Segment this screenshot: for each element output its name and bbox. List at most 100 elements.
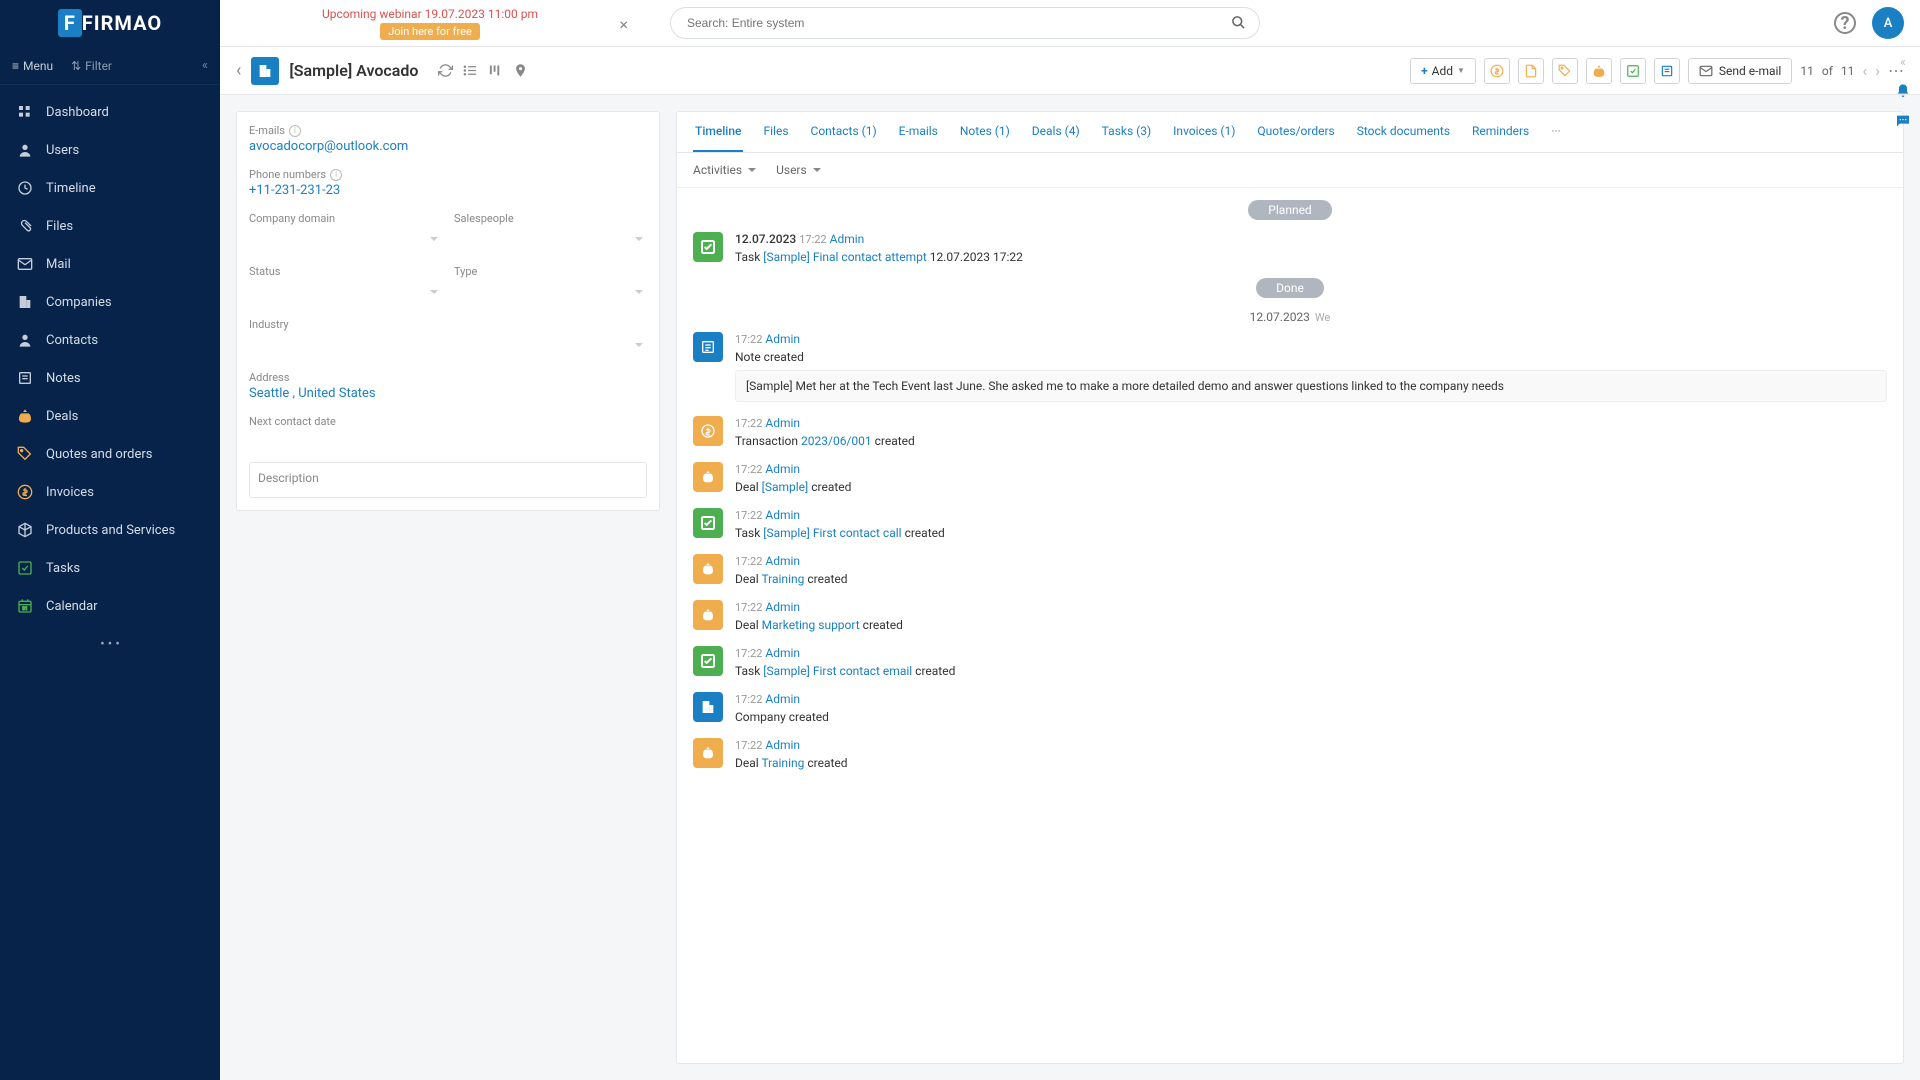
moneybag-icon [693,554,723,584]
logo[interactable]: FFIRMAO [0,0,220,47]
info-icon[interactable]: i [330,169,342,181]
rail-collapse-icon[interactable]: « [1900,55,1906,69]
back-icon[interactable]: ‹ [236,60,241,81]
tab-contacts-[interactable]: Contacts (1) [809,112,879,152]
timeline-link[interactable]: Training [761,572,804,586]
sidebar-tab-filter[interactable]: ⇅ Filter [71,59,112,73]
building-icon [693,692,723,722]
sidebar-item-users[interactable]: Users [0,131,220,169]
timeline-link[interactable]: Training [761,756,804,770]
timeline-link[interactable]: [Sample] [762,480,809,494]
help-icon[interactable]: ? [1834,12,1856,34]
tab-invoices-[interactable]: Invoices (1) [1171,112,1237,152]
topbar-right: ? A [1834,7,1904,39]
close-icon[interactable]: × [619,15,628,34]
email-value[interactable]: avocadocorp@outlook.com [249,139,647,154]
timeline-link[interactable]: [Sample] First contact call [763,526,901,540]
sidebar-item-products-and-services[interactable]: Products and Services [0,511,220,549]
bell-icon[interactable] [1895,83,1911,99]
page-prev-icon[interactable]: ‹ [1862,61,1867,80]
sidebar-item-dashboard[interactable]: Dashboard [0,93,220,131]
user-link[interactable]: Admin [765,646,800,660]
sidebar-item-invoices[interactable]: Invoices [0,473,220,511]
task-link[interactable]: [Sample] Final contact attempt [763,250,926,264]
user-link[interactable]: Admin [765,508,800,522]
user-link[interactable]: Admin [830,232,865,246]
location-icon[interactable] [513,63,528,78]
refresh-icon[interactable] [438,63,453,78]
action-dollar-icon[interactable] [1484,58,1510,84]
action-doc-icon[interactable] [1518,58,1544,84]
logo-text: FIRMAO [82,11,162,35]
banner-cta-button[interactable]: Join here for free [380,23,480,40]
user-link[interactable]: Admin [765,554,800,568]
tab-tasks-[interactable]: Tasks (3) [1100,112,1154,152]
timeline-link[interactable]: 2023/06/001 [801,434,872,448]
sidebar-item-companies[interactable]: Companies [0,283,220,321]
tab-files[interactable]: Files [761,112,790,152]
tab-stock-documents[interactable]: Stock documents [1355,112,1452,152]
next-contact-value[interactable] [249,428,647,444]
filter-activities[interactable]: Activities [693,163,756,177]
address-value[interactable]: Seattle , United States [249,386,647,401]
moneybag-icon [693,600,723,630]
sidebar-item-contacts[interactable]: Contacts [0,321,220,359]
details-panel: E-mailsi avocadocorp@outlook.com Phone n… [236,111,660,511]
timeline-link[interactable]: Marketing support [762,618,860,632]
tab-e-mails[interactable]: E-mails [897,112,940,152]
page-next-icon[interactable]: › [1875,61,1880,80]
list-icon[interactable] [463,63,478,78]
type-select[interactable] [454,282,647,304]
send-email-button[interactable]: Send e-mail [1688,58,1792,84]
sidebar-item-notes[interactable]: Notes [0,359,220,397]
tab-deals-[interactable]: Deals (4) [1030,112,1082,152]
status-select[interactable] [249,282,442,304]
timeline-note: [Sample] Met her at the Tech Event last … [735,370,1887,402]
sidebar-item-quotes-and-orders[interactable]: Quotes and orders [0,435,220,473]
tab-more[interactable]: ··· [1549,112,1562,152]
planned-item: 12.07.2023 17:22 Admin Task [Sample] Fin… [693,232,1887,264]
sidebar-item-files[interactable]: Files [0,207,220,245]
description-input[interactable]: Description [249,462,647,498]
sidebar-item-mail[interactable]: Mail [0,245,220,283]
sidebar-item-timeline[interactable]: Timeline [0,169,220,207]
user-link[interactable]: Admin [765,600,800,614]
user-link[interactable]: Admin [765,332,800,346]
chat-icon[interactable] [1895,113,1911,129]
user-link[interactable]: Admin [765,462,800,476]
avatar[interactable]: A [1872,7,1904,39]
salespeople-select[interactable] [454,229,647,251]
user-link[interactable]: Admin [765,692,800,706]
note-icon [693,332,723,362]
phone-value[interactable]: +11-231-231-23 [249,183,647,198]
user-link[interactable]: Admin [765,416,800,430]
info-icon[interactable]: i [289,125,301,137]
add-button[interactable]: +Add▼ [1410,58,1476,84]
columns-icon[interactable] [488,63,503,78]
tab-reminders[interactable]: Reminders [1470,112,1531,152]
filter-users[interactable]: Users [776,163,821,177]
action-check-icon[interactable] [1620,58,1646,84]
topbar: FFIRMAO Upcoming webinar 19.07.2023 11:0… [0,0,1920,47]
tab-quotes-orders[interactable]: Quotes/orders [1255,112,1336,152]
user-link[interactable]: Admin [765,738,800,752]
sidebar-item-calendar[interactable]: 31Calendar [0,587,220,625]
action-tag-icon[interactable] [1552,58,1578,84]
sidebar-item-deals[interactable]: Deals [0,397,220,435]
sidebar-item-tasks[interactable]: Tasks [0,549,220,587]
page-title: [Sample] Avocado [289,61,418,80]
tab-timeline[interactable]: Timeline [693,112,743,152]
company-icon [251,57,279,85]
timeline-link[interactable]: [Sample] First contact email [763,664,912,678]
tab-notes-[interactable]: Notes (1) [958,112,1012,152]
sidebar-tab-menu[interactable]: ≡ Menu [12,59,53,73]
action-note-icon[interactable] [1654,58,1680,84]
domain-select[interactable] [249,229,442,251]
search-input[interactable] [670,7,1260,39]
action-bag-icon[interactable] [1586,58,1612,84]
search-icon[interactable] [1231,15,1246,30]
industry-select[interactable] [249,335,647,357]
check-icon [693,232,723,262]
nav-more[interactable]: • • • [0,633,220,656]
sidebar-collapse-icon[interactable]: « [202,58,208,73]
